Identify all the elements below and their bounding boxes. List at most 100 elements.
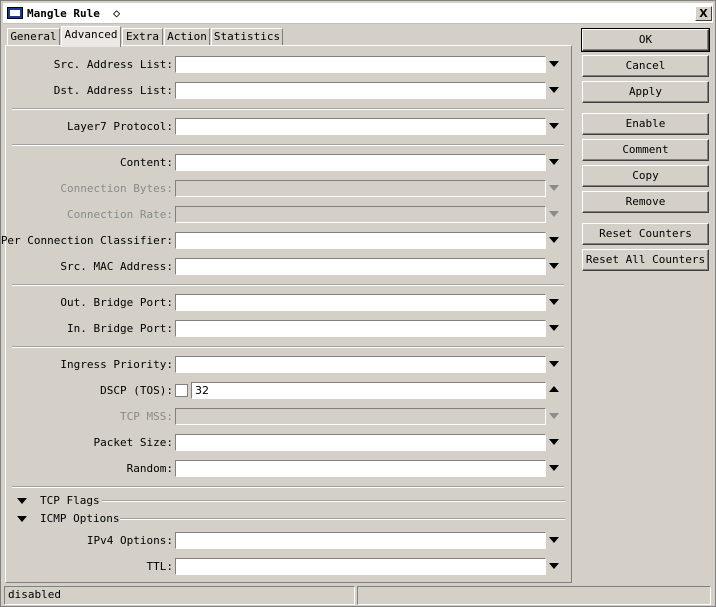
row-ttl: TTL: — [6, 558, 571, 576]
tab-action[interactable]: Action — [164, 28, 210, 46]
row-in-bridge-port: In. Bridge Port: — [6, 320, 571, 338]
row-packet-size: Packet Size: — [6, 434, 571, 452]
row-connection-rate: Connection Rate: — [6, 206, 571, 224]
row-src-address-list: Src. Address List: — [6, 56, 571, 74]
row-random: Random: — [6, 460, 571, 478]
in-bridge-port-label: In. Bridge Port: — [67, 322, 173, 335]
ingress-priority-label: Ingress Priority: — [60, 358, 173, 371]
icmp-options-title: ICMP Options — [40, 512, 120, 525]
ttl-label: TTL: — [146, 560, 174, 573]
chevron-down-icon[interactable] — [549, 237, 559, 243]
comment-button[interactable]: Comment — [582, 139, 709, 161]
advanced-panel: Src. Address List: Dst. Address List: La… — [1, 45, 572, 583]
status-bar-left: disabled — [4, 586, 355, 605]
chevron-down-icon[interactable] — [549, 439, 559, 445]
divider — [12, 346, 564, 348]
ipv4-options-label: IPv4 Options: — [86, 534, 173, 547]
row-tcp-mss: TCP MSS: — [6, 408, 571, 426]
out-bridge-port-label: Out. Bridge Port: — [60, 296, 173, 309]
chevron-down-icon[interactable] — [549, 537, 559, 543]
per-connection-classifier-input[interactable] — [175, 232, 546, 249]
chevron-up-icon[interactable] — [549, 386, 559, 392]
tcp-flags-title: TCP Flags — [40, 494, 100, 507]
ttl-input[interactable] — [175, 558, 546, 575]
chevron-down-icon[interactable] — [549, 465, 559, 471]
chevron-down-icon[interactable] — [549, 123, 559, 129]
row-layer7-protocol: Layer7 Protocol: — [6, 118, 571, 136]
chevron-down-icon[interactable] — [549, 263, 559, 269]
apply-button[interactable]: Apply — [582, 81, 709, 103]
dscp-negate-checkbox[interactable] — [175, 384, 188, 397]
row-dst-address-list: Dst. Address List: — [6, 82, 571, 100]
divider — [12, 486, 564, 488]
title-bar[interactable]: Mangle Rule ◇ X — [3, 3, 713, 24]
cancel-button[interactable]: Cancel — [582, 55, 709, 77]
ingress-priority-input[interactable] — [175, 356, 546, 373]
reset-counters-button[interactable]: Reset Counters — [582, 223, 709, 245]
diamond-icon: ◇ — [113, 6, 121, 20]
per-connection-classifier-label: Per Connection Classifier: — [0, 234, 173, 247]
src-address-list-input[interactable] — [175, 56, 546, 73]
collapse-triangle-icon[interactable] — [17, 498, 27, 504]
random-input[interactable] — [175, 460, 546, 477]
row-ingress-priority: Ingress Priority: — [6, 356, 571, 374]
copy-button[interactable]: Copy — [582, 165, 709, 187]
row-content: Content: — [6, 154, 571, 172]
row-ipv4-options: IPv4 Options: — [6, 532, 571, 550]
divider — [12, 284, 564, 286]
chevron-down-icon[interactable] — [549, 563, 559, 569]
divider — [12, 108, 564, 110]
row-dscp-tos: DSCP (TOS): 32 — [6, 382, 571, 400]
collapse-triangle-icon[interactable] — [17, 516, 27, 522]
divider — [12, 144, 564, 146]
dst-address-list-input[interactable] — [175, 82, 546, 99]
out-bridge-port-input[interactable] — [175, 294, 546, 311]
layer7-protocol-label: Layer7 Protocol: — [67, 120, 173, 133]
tab-statistics[interactable]: Statistics — [211, 28, 283, 46]
content-input[interactable] — [175, 154, 546, 171]
tab-advanced[interactable]: Advanced — [61, 26, 121, 47]
status-bar-right — [357, 586, 711, 605]
content-label: Content: — [120, 156, 173, 169]
window-title: Mangle Rule — [27, 7, 100, 20]
remove-button[interactable]: Remove — [582, 191, 709, 213]
row-out-bridge-port: Out. Bridge Port: — [6, 294, 571, 312]
chevron-down-icon[interactable] — [549, 361, 559, 367]
tab-extra[interactable]: Extra — [122, 28, 163, 46]
section-line — [120, 518, 565, 520]
src-mac-address-label: Src. MAC Address: — [60, 260, 173, 273]
packet-size-input[interactable] — [175, 434, 546, 451]
chevron-down-icon[interactable] — [549, 159, 559, 165]
src-address-list-label: Src. Address List: — [53, 58, 173, 71]
tcp-mss-label: TCP MSS: — [120, 410, 173, 423]
chevron-down-icon[interactable] — [549, 299, 559, 305]
mangle-rule-window: Mangle Rule ◇ X General Advanced Extra A… — [0, 0, 716, 607]
chevron-down-icon[interactable] — [549, 61, 559, 67]
chevron-down-icon[interactable] — [549, 87, 559, 93]
section-icmp-options[interactable]: ICMP Options — [12, 512, 565, 526]
reset-all-counters-button[interactable]: Reset All Counters — [582, 249, 709, 271]
dscp-tos-label: DSCP (TOS): — [100, 384, 173, 397]
in-bridge-port-input[interactable] — [175, 320, 546, 337]
section-line — [102, 500, 565, 502]
row-per-connection-classifier: Per Connection Classifier: — [1, 232, 571, 250]
enable-button[interactable]: Enable — [582, 113, 709, 135]
layer7-protocol-input[interactable] — [175, 118, 546, 135]
window-icon — [7, 7, 23, 19]
ok-button[interactable]: OK — [581, 28, 710, 52]
section-tcp-flags[interactable]: TCP Flags — [12, 494, 565, 508]
chevron-down-icon — [549, 211, 559, 217]
dscp-tos-input[interactable]: 32 — [191, 382, 546, 399]
connection-bytes-input — [175, 180, 546, 197]
packet-size-label: Packet Size: — [93, 436, 173, 449]
close-button[interactable]: X — [695, 6, 712, 21]
ipv4-options-input[interactable] — [175, 532, 546, 549]
tab-general[interactable]: General — [7, 28, 60, 46]
chevron-down-icon[interactable] — [549, 325, 559, 331]
connection-bytes-label: Connection Bytes: — [60, 182, 173, 195]
src-mac-address-input[interactable] — [175, 258, 546, 275]
chevron-down-icon — [549, 413, 559, 419]
row-connection-bytes: Connection Bytes: — [6, 180, 571, 198]
connection-rate-input — [175, 206, 546, 223]
row-src-mac-address: Src. MAC Address: — [6, 258, 571, 276]
